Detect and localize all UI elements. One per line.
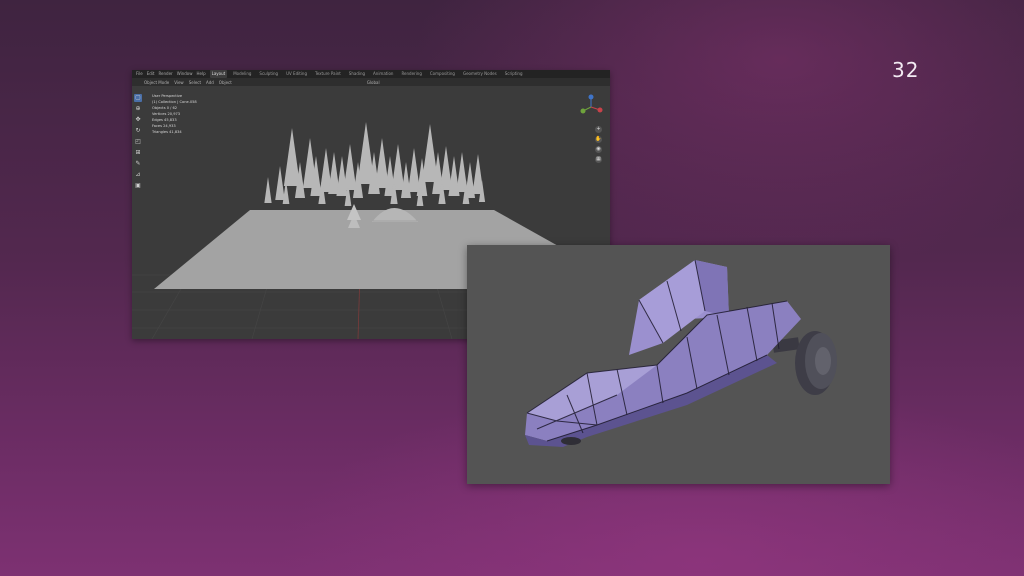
- zoom-icon[interactable]: +: [595, 126, 602, 133]
- tab-modeling[interactable]: Modeling: [231, 70, 253, 78]
- add-cube-icon[interactable]: ▣: [134, 182, 142, 190]
- menu-render[interactable]: Render: [158, 70, 172, 78]
- transform-orientation[interactable]: Global: [367, 80, 380, 85]
- header-view[interactable]: View: [174, 80, 184, 85]
- stat-collection: (1) Collection | Cone.058: [152, 100, 197, 104]
- rotate-icon[interactable]: ↻: [134, 127, 142, 135]
- toolbar: ▢ ⊕ ✥ ↻ ◰ ⊞ ✎ ⊿ ▣: [134, 94, 144, 190]
- stat-objects: Objects 0 / 62: [152, 106, 178, 110]
- header-object[interactable]: Object: [219, 80, 232, 85]
- car-model: [525, 259, 837, 447]
- stat-edges: Edges 45,833: [152, 118, 177, 122]
- menu-window[interactable]: Window: [177, 70, 193, 78]
- menu-help[interactable]: Help: [196, 70, 205, 78]
- stat-vertices: Vertices 20,973: [152, 112, 181, 116]
- pan-icon[interactable]: ✋: [595, 136, 602, 143]
- tab-animation[interactable]: Animation: [371, 70, 395, 78]
- stat-faces: Faces 24,933: [152, 124, 176, 128]
- tab-layout[interactable]: Layout: [209, 70, 228, 78]
- tab-geometry-nodes[interactable]: Geometry Nodes: [461, 70, 499, 78]
- tree-cone: [275, 166, 285, 200]
- tab-compositing[interactable]: Compositing: [428, 70, 457, 78]
- tree-cone: [283, 128, 301, 186]
- stat-triangles: Triangles 41,834: [152, 130, 182, 134]
- blender-menu-bar: File Edit Render Window Help Layout Mode…: [132, 70, 610, 78]
- menu-edit[interactable]: Edit: [147, 70, 155, 78]
- viewport-stats: User Perspective (1) Collection | Cone.0…: [152, 94, 197, 134]
- select-box-icon[interactable]: ▢: [134, 94, 142, 102]
- move-icon[interactable]: ✥: [134, 116, 142, 124]
- tab-sculpting[interactable]: Sculpting: [257, 70, 280, 78]
- viewport-header: Object Mode View Select Add Object Globa…: [132, 78, 610, 86]
- tab-scripting[interactable]: Scripting: [503, 70, 525, 78]
- tab-shading[interactable]: Shading: [347, 70, 367, 78]
- tab-rendering[interactable]: Rendering: [399, 70, 423, 78]
- mode-select[interactable]: Object Mode: [144, 80, 169, 85]
- menu-file[interactable]: File: [136, 70, 143, 78]
- annotate-icon[interactable]: ✎: [134, 160, 142, 168]
- tab-texture-paint[interactable]: Texture Paint: [313, 70, 343, 78]
- tree-cone: [264, 177, 272, 203]
- tree-cone: [343, 144, 357, 190]
- axis-gizmo-icon[interactable]: [578, 94, 604, 120]
- stat-view: User Perspective: [152, 94, 183, 98]
- car-render: [467, 245, 890, 484]
- navigation-controls: + ✋ ◉ ▦: [595, 126, 602, 163]
- tab-uv-editing[interactable]: UV Editing: [284, 70, 309, 78]
- cursor-icon[interactable]: ⊕: [134, 105, 142, 113]
- scale-icon[interactable]: ◰: [134, 138, 142, 146]
- transform-icon[interactable]: ⊞: [134, 149, 142, 157]
- measure-icon[interactable]: ⊿: [134, 171, 142, 179]
- page-number: 32: [892, 58, 920, 82]
- header-add[interactable]: Add: [206, 80, 214, 85]
- grid-icon[interactable]: ▦: [595, 156, 602, 163]
- camera-icon[interactable]: ◉: [595, 146, 602, 153]
- header-select[interactable]: Select: [189, 80, 201, 85]
